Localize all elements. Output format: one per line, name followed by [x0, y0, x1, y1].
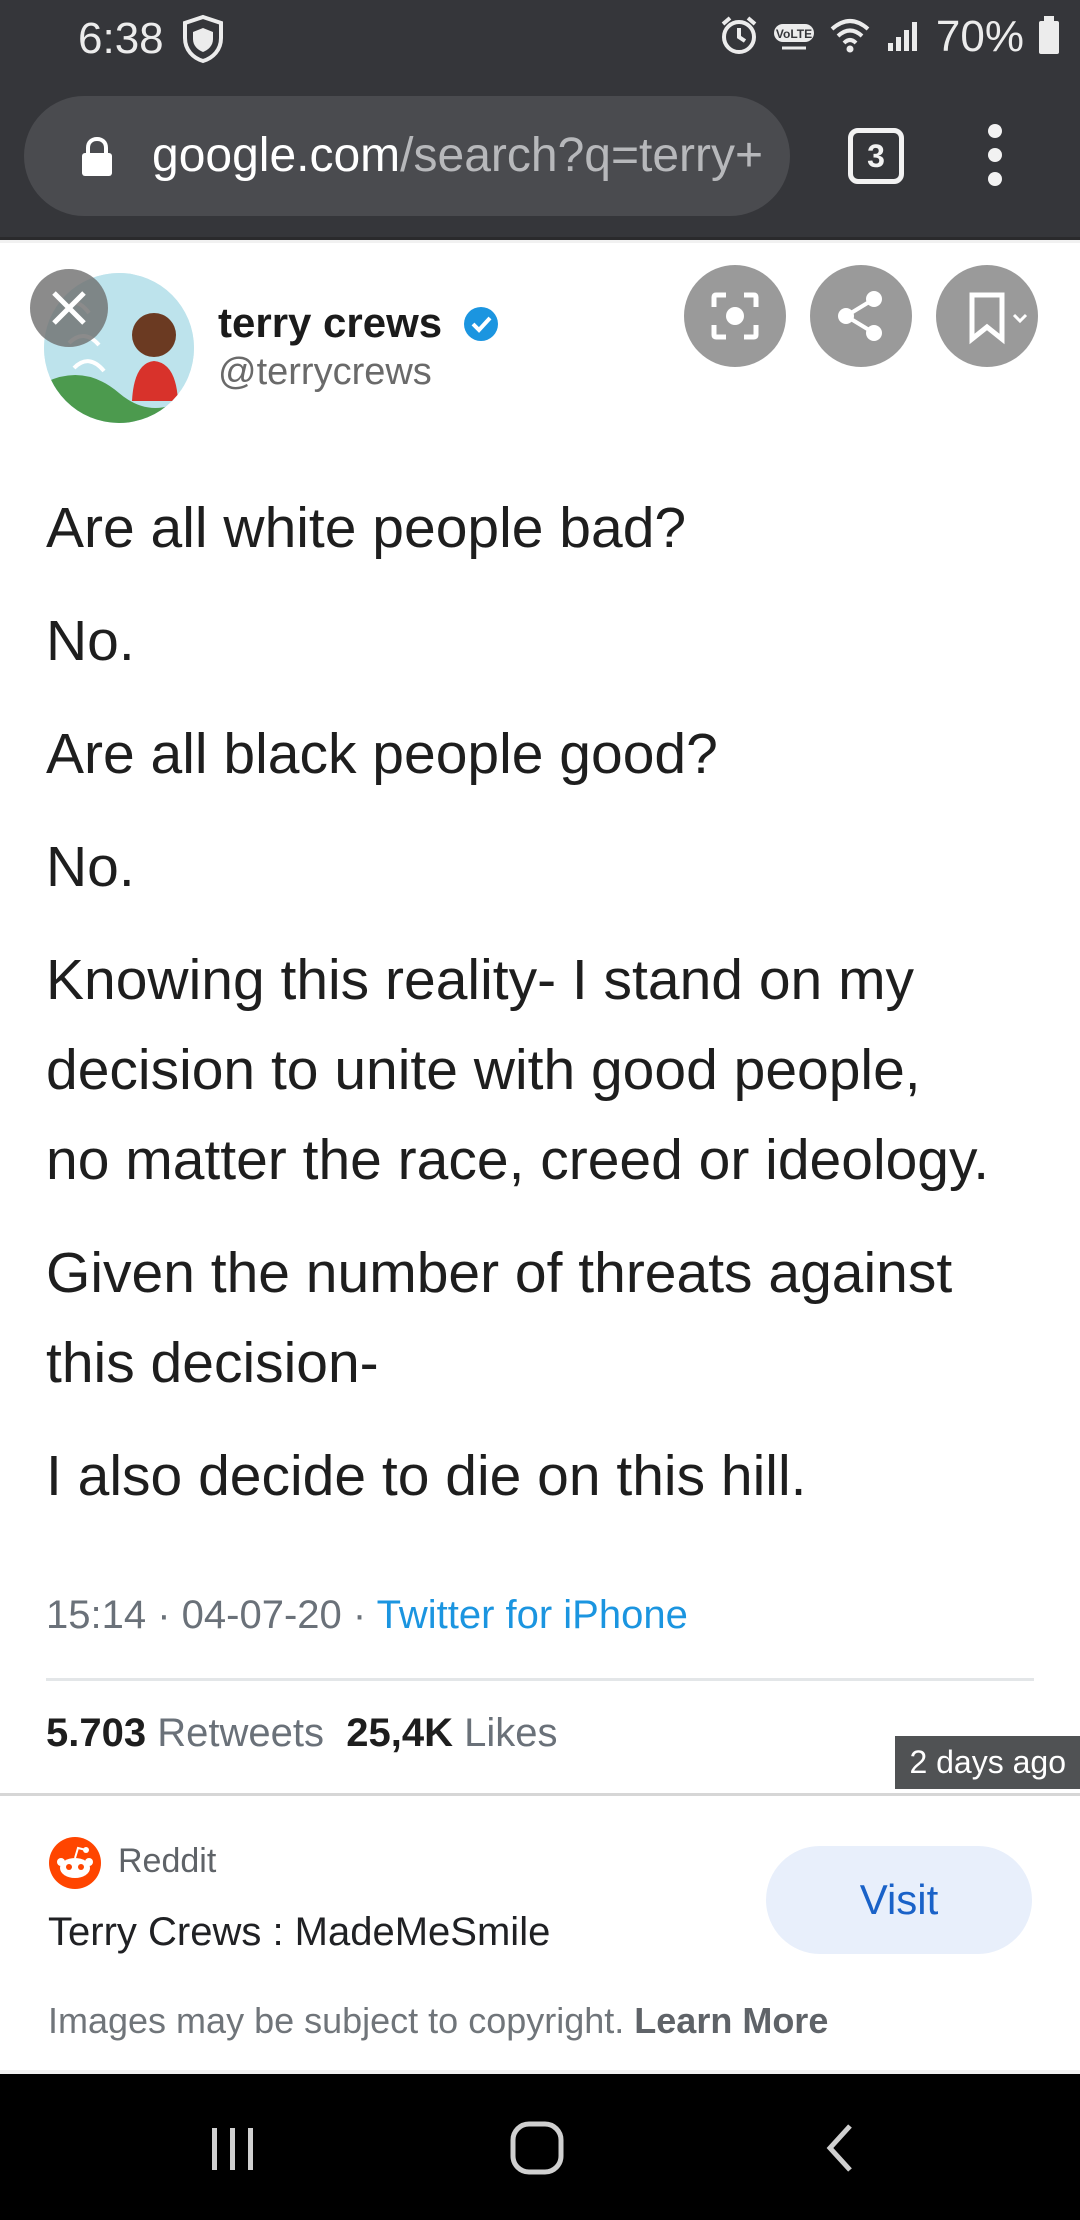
- tweet-line: I also decide to die on this hill.: [46, 1444, 807, 1508]
- svg-text:VoLTE: VoLTE: [776, 27, 812, 41]
- tweet-line: No.: [46, 835, 135, 899]
- lock-icon: [80, 136, 114, 183]
- tweet-stats: 5.703 Retweets 25,4K Likes: [46, 1711, 557, 1756]
- tweet-line: no matter the race, creed or ideology.: [46, 1128, 990, 1192]
- tweet-time: 15:14 · 04-07-20 ·: [46, 1593, 377, 1637]
- tweet-line: this decision-: [46, 1331, 379, 1395]
- system-nav-bar: [0, 2074, 1080, 2220]
- status-bar: 6:38 VoLTE 70%: [0, 0, 1080, 80]
- url-domain: google.com: [152, 129, 401, 182]
- shield-icon: [180, 14, 226, 69]
- tweet-line: Knowing this reality- I stand on my: [46, 948, 915, 1012]
- tweet-line: No.: [46, 609, 135, 673]
- tweet-line: Given the number of threats against: [46, 1241, 953, 1305]
- close-icon[interactable]: [30, 269, 108, 347]
- learn-more-link[interactable]: Learn More: [634, 2000, 828, 2041]
- volte-icon: VoLTE: [772, 14, 816, 61]
- status-icons: VoLTE 70%: [718, 12, 1062, 62]
- verified-icon: [462, 305, 500, 348]
- url-path: /search?q=terry+: [400, 129, 764, 182]
- tweet-line: Are all white people bad?: [46, 496, 687, 560]
- reddit-icon: [48, 1836, 102, 1895]
- status-time: 6:38: [78, 14, 164, 63]
- home-icon[interactable]: [508, 2120, 568, 2181]
- bookmark-icon[interactable]: [936, 265, 1038, 367]
- visit-button[interactable]: Visit: [766, 1846, 1032, 1954]
- retweets-label: Retweets: [157, 1711, 324, 1755]
- alarm-icon: [718, 14, 760, 61]
- tweet-author-handle: @terrycrews: [218, 351, 432, 393]
- result-card: Reddit Terry Crews : MadeMeSmile Visit I…: [0, 1793, 1080, 2070]
- result-title[interactable]: Terry Crews : MadeMeSmile: [48, 1910, 550, 1955]
- more-options-icon[interactable]: [980, 124, 1010, 194]
- tweet-line: Are all black people good?: [46, 722, 718, 786]
- tweet-meta: 15:14 · 04-07-20 · Twitter for iPhone: [46, 1593, 688, 1638]
- copyright-text: Images may be subject to copyright.: [48, 2000, 635, 2041]
- address-bar[interactable]: google.com/search?q=terry+: [24, 96, 790, 216]
- tab-switcher-button[interactable]: 3: [848, 128, 904, 184]
- copyright-notice: Images may be subject to copyright. Lear…: [48, 2000, 828, 2042]
- battery-icon: [1036, 14, 1062, 61]
- tweet-source: Twitter for iPhone: [376, 1593, 688, 1637]
- tweet-author-name: terry crews: [218, 299, 443, 346]
- likes-count: 25,4K: [346, 1711, 453, 1755]
- retweets-count: 5.703: [46, 1711, 147, 1755]
- signal-icon: [884, 15, 924, 60]
- divider: [46, 1678, 1034, 1681]
- lens-search-icon[interactable]: [684, 265, 786, 367]
- browser-toolbar: google.com/search?q=terry+ 3: [0, 80, 1080, 240]
- share-icon[interactable]: [810, 265, 912, 367]
- url-text: google.com/search?q=terry+: [152, 128, 763, 183]
- battery-percent: 70%: [935, 12, 1024, 61]
- image-preview: terry crews @terrycrews Are all white pe…: [0, 243, 1080, 1793]
- result-source[interactable]: Reddit: [118, 1842, 216, 1881]
- likes-label: Likes: [464, 1711, 558, 1755]
- back-icon[interactable]: [820, 2122, 860, 2179]
- tweet-line: decision to unite with good people,: [46, 1038, 921, 1102]
- wifi-icon: [828, 15, 872, 60]
- image-age-badge: 2 days ago: [895, 1736, 1080, 1789]
- recent-apps-icon[interactable]: [208, 2124, 258, 2179]
